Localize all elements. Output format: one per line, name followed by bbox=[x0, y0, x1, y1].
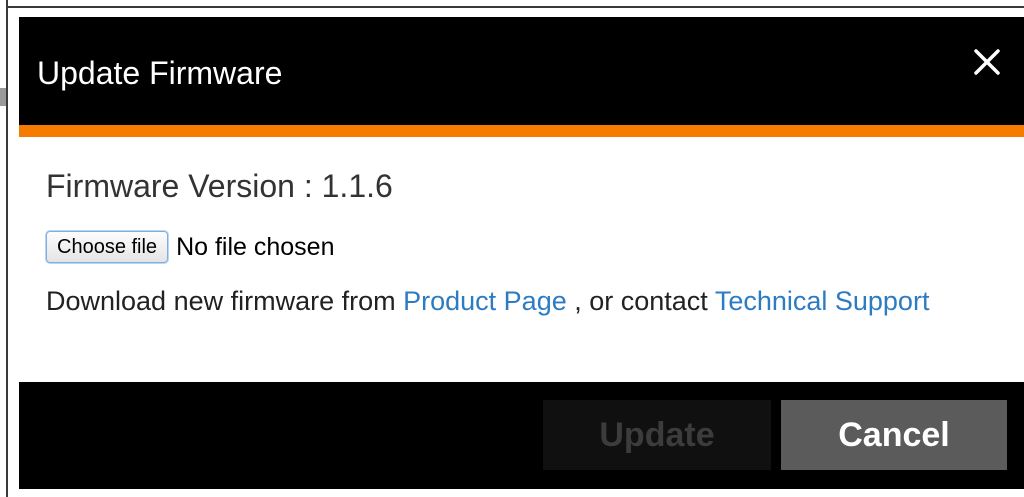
update-firmware-dialog: Update Firmware Firmware Version : 1.1.6… bbox=[19, 17, 1024, 489]
close-button[interactable] bbox=[968, 43, 1008, 83]
product-page-link[interactable]: Product Page bbox=[403, 286, 567, 316]
background-window-edge bbox=[0, 0, 8, 497]
dialog-footer: Update Cancel bbox=[19, 382, 1024, 489]
background-window-top-edge bbox=[8, 6, 1024, 8]
download-middle-text: , or contact bbox=[566, 286, 715, 316]
update-button[interactable]: Update bbox=[543, 400, 771, 470]
file-input: Choose file No file chosen bbox=[46, 231, 335, 263]
header-accent-bar bbox=[19, 125, 1024, 137]
dialog-title: Update Firmware bbox=[37, 55, 283, 91]
file-status-text: No file chosen bbox=[176, 232, 335, 261]
dialog-header: Update Firmware bbox=[19, 17, 1024, 125]
technical-support-link[interactable]: Technical Support bbox=[715, 286, 930, 316]
cancel-button[interactable]: Cancel bbox=[781, 400, 1007, 470]
download-prefix-text: Download new firmware from bbox=[46, 286, 404, 316]
close-icon bbox=[974, 49, 1000, 75]
firmware-version-label: Firmware Version : 1.1.6 bbox=[46, 168, 393, 204]
download-instructions: Download new firmware from Product Page … bbox=[46, 283, 986, 319]
background-content-peek bbox=[0, 88, 6, 106]
choose-file-button[interactable]: Choose file bbox=[46, 231, 169, 263]
dialog-body: Firmware Version : 1.1.6 Choose file No f… bbox=[19, 137, 1024, 382]
